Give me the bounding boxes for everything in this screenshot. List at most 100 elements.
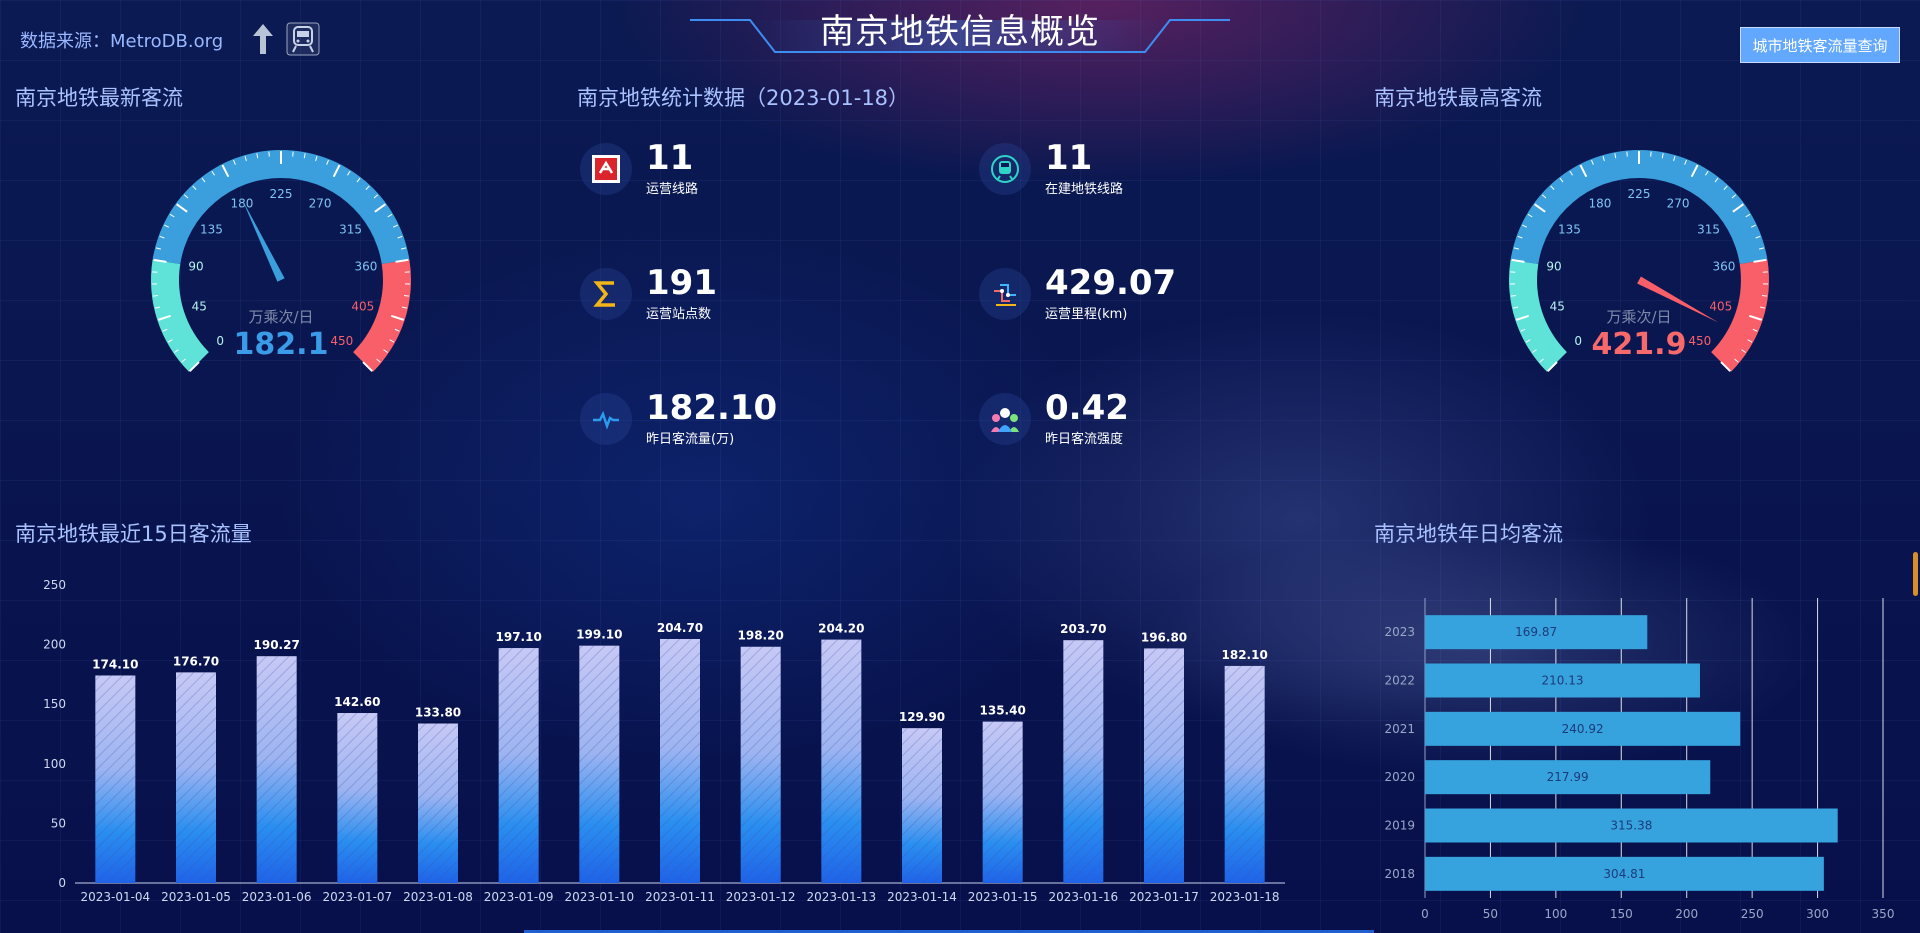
- latest-flow-title: 南京地铁最新客流: [15, 86, 183, 110]
- latest-gauge-needle: [241, 198, 285, 282]
- stat-label: 昨日客流量(万): [646, 432, 735, 447]
- latest-gauge-tick-label: 360: [354, 260, 377, 274]
- yearly-hbar-chart: 0 50 100 150 200 250 300 350 169.87 2023 210.13 202…: [1384, 598, 1895, 921]
- subway-logo-icon: [580, 142, 632, 195]
- bar-value-label: 198.20: [738, 629, 784, 643]
- stat-label: 运营站点数: [646, 307, 712, 322]
- latest-gauge-tick-label: 135: [200, 222, 223, 236]
- x-tick-label: 2023-01-16: [1048, 890, 1118, 904]
- max-gauge-tick-label: 225: [1628, 187, 1651, 201]
- bar-value-label: 142.60: [334, 695, 380, 709]
- latest-gauge-tick-label: 90: [188, 260, 203, 274]
- y-tick-label: 2019: [1384, 819, 1415, 833]
- max-gauge-arc-mid: [1510, 150, 1768, 265]
- x-tick-label: 2023-01-15: [968, 890, 1038, 904]
- bar-hatch: [1224, 665, 1265, 883]
- bar-value-label: 129.90: [899, 710, 945, 724]
- bar-hatch: [95, 675, 136, 883]
- y-tick-label: 0: [58, 876, 66, 890]
- stat-value: 11: [1045, 138, 1093, 178]
- x-tick-label: 2023-01-08: [403, 890, 473, 904]
- max-gauge-tick-label: 360: [1712, 260, 1735, 274]
- latest-gauge-arc-low: [151, 259, 209, 372]
- bar-value-label: 190.27: [254, 638, 300, 652]
- bar-hatch: [256, 656, 297, 883]
- latest-gauge-arc-mid: [152, 150, 410, 265]
- latest-gauge-tick: [152, 295, 159, 297]
- y-tick-label: 2022: [1384, 674, 1415, 688]
- max-gauge-arc-low: [1509, 259, 1567, 372]
- up-arrow-icon[interactable]: [246, 22, 280, 56]
- x-tick-label: 2023-01-14: [887, 890, 957, 904]
- x-tick-label: 300: [1806, 907, 1829, 921]
- city-flow-query-button[interactable]: 城市地铁客流量查询: [1740, 27, 1900, 63]
- bar-hatch: [982, 721, 1023, 883]
- scrollbar-handle[interactable]: [1913, 552, 1918, 596]
- x-tick-label: 2023-01-11: [645, 890, 715, 904]
- train-icon[interactable]: [286, 22, 320, 56]
- x-tick-label: 250: [1741, 907, 1764, 921]
- last15-title: 南京地铁最近15日客流量: [15, 522, 252, 546]
- x-tick-label: 2023-01-18: [1210, 890, 1280, 904]
- last15-bar-chart: 0 50 100 150 200 250 174.10 2023-01-04 176.70 202…: [43, 578, 1285, 904]
- y-tick-label: 150: [43, 697, 66, 711]
- sigma-icon: [580, 267, 632, 320]
- x-tick-label: 2023-01-13: [806, 890, 876, 904]
- stat-construction: 11 在建地铁线路: [979, 140, 1123, 197]
- route-map-icon: [979, 267, 1031, 320]
- max-gauge-tick-label: 90: [1546, 260, 1561, 274]
- bar-value-label: 176.70: [173, 654, 219, 668]
- x-tick-label: 2023-01-12: [726, 890, 796, 904]
- x-tick-label: 2023-01-10: [564, 890, 634, 904]
- x-tick-label: 2023-01-09: [484, 890, 554, 904]
- stat-value: 11: [646, 138, 694, 178]
- bar-value-label: 135.40: [980, 704, 1026, 718]
- x-tick-label: 2023-01-06: [242, 890, 312, 904]
- max-gauge-tick-label: 450: [1688, 334, 1711, 348]
- latest-gauge-unit: 万乘次/日: [248, 308, 313, 326]
- latest-gauge-value: 182.1: [234, 327, 329, 362]
- title-bar: 南京地铁信息概览: [690, 0, 1230, 56]
- x-tick-label: 350: [1872, 907, 1895, 921]
- latest-gauge-tick-label: 45: [192, 300, 207, 314]
- stat-intensity: 0.42 昨日客流强度: [979, 390, 1129, 447]
- max-gauge-tick: [1761, 295, 1768, 297]
- bar-value-label: 196.80: [1141, 630, 1187, 644]
- latest-gauge-tick-label: 315: [339, 222, 362, 236]
- x-tick-label: 100: [1544, 907, 1567, 921]
- bar-hatch: [176, 672, 216, 883]
- max-flow-title: 南京地铁最高客流: [1374, 86, 1542, 110]
- latest-gauge-tick-label: 0: [216, 334, 224, 348]
- x-tick-label: 150: [1610, 907, 1633, 921]
- pulse-line-icon: [580, 392, 632, 445]
- stat-value: 182.10: [646, 388, 778, 428]
- max-gauge-tick: [1510, 295, 1517, 297]
- stat-stations: 191 运营站点数: [580, 265, 717, 322]
- max-gauge-tick-label: 270: [1667, 196, 1690, 210]
- max-gauge-tick-label: 315: [1697, 222, 1720, 236]
- bar-value-label: 199.10: [576, 628, 622, 642]
- bar-hatch: [418, 723, 458, 883]
- people-group-icon: [979, 392, 1031, 445]
- y-tick-label: 2018: [1384, 867, 1415, 881]
- max-gauge-tick-label: 0: [1574, 334, 1582, 348]
- max-gauge-tick-label: 180: [1589, 196, 1612, 210]
- y-tick-label: 200: [43, 638, 66, 652]
- metro-train-icon: [979, 142, 1031, 195]
- latest-gauge-tick-label: 225: [270, 187, 293, 201]
- bar-value-label: 197.10: [496, 630, 542, 644]
- bar-hatch: [337, 713, 378, 883]
- x-tick-label: 200: [1675, 907, 1698, 921]
- page-title: 南京地铁信息概览: [820, 12, 1100, 52]
- stat-value: 429.07: [1045, 263, 1177, 303]
- bar-value-label: 182.10: [1222, 648, 1268, 662]
- hbar-value-label: 169.87: [1515, 625, 1557, 639]
- y-tick-label: 2023: [1384, 625, 1415, 639]
- stat-label: 运营里程(km): [1045, 307, 1128, 322]
- latest-gauge-tick: [403, 295, 410, 297]
- latest-gauge-tick-label: 405: [351, 300, 374, 314]
- hbar-value-label: 304.81: [1603, 867, 1645, 881]
- bar-value-label: 204.70: [657, 621, 703, 635]
- data-source-label: 数据来源：MetroDB.org: [20, 31, 224, 52]
- max-gauge-tick-label: 405: [1709, 300, 1732, 314]
